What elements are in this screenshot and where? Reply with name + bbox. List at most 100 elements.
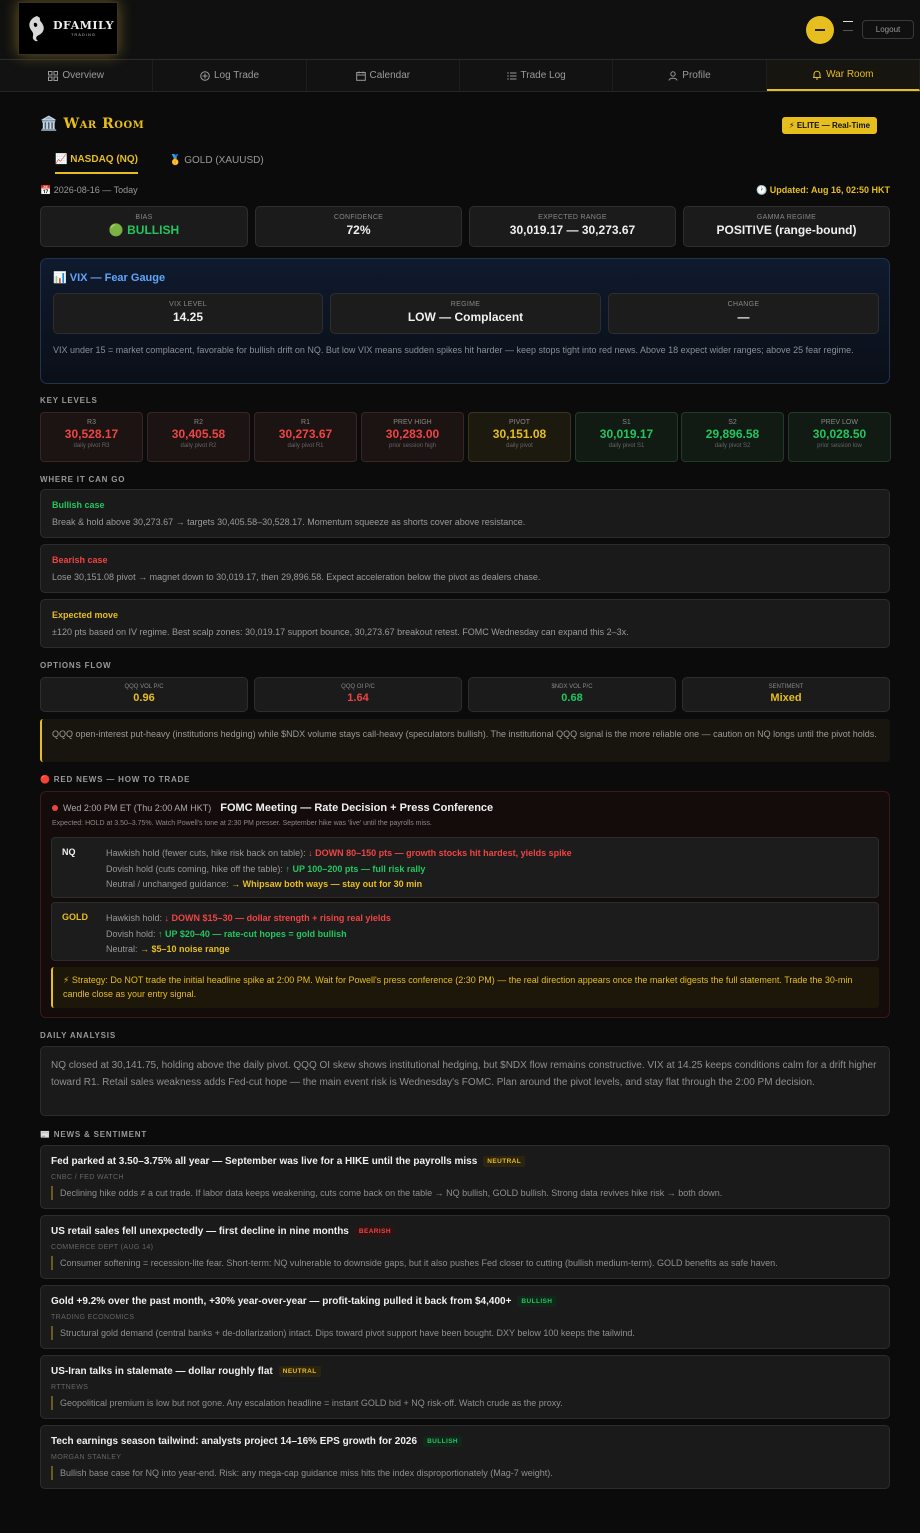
level-label: PREV HIGH [393,419,432,426]
level-card: R2 30,405.58 daily pivot R2 [147,412,250,462]
vix-title: 📊 VIX — Fear Gauge [53,272,166,284]
news-headline-row: Tech earnings season tailwind: analysts … [51,1436,463,1447]
flow-value: Mixed [770,692,802,704]
scenario-row: Neutral: → $5–10 noise range [106,944,230,954]
nav-calendar[interactable]: Calendar [307,60,460,91]
bell-icon [813,70,822,79]
ndx-vol-pc: $NDX VOL P/C 0.68 [468,677,676,712]
logout-button[interactable]: Logout [862,20,914,39]
dragon-logo-icon [29,15,44,41]
strategy-note: ⚡ Strategy: Do NOT trade the initial hea… [51,967,879,1008]
options-label: OPTIONS FLOW [40,661,112,670]
level-card: R3 30,528.17 daily pivot R3 [40,412,143,462]
asset-label: NQ [62,847,76,857]
news-item[interactable]: Tech earnings season tailwind: analysts … [40,1425,890,1489]
elite-badge: ⚡ ELITE — Real-Time [782,117,878,134]
level-sub: daily pivot [506,443,533,449]
level-value: 30,019.17 [599,427,654,441]
nav-war-room[interactable]: War Room [766,60,920,91]
red-dot-icon [52,805,58,811]
level-sub: prior session low [817,443,862,449]
nav-overview[interactable]: Overview [0,60,154,91]
level-label: S2 [728,419,737,426]
sentiment-badge: BULLISH [423,1436,463,1447]
nav-trade-log[interactable]: Trade Log [460,60,614,91]
brand-tag: TRADING [70,32,96,37]
news-headline: US retail sales fell unexpectedly — firs… [51,1226,349,1237]
asset-tabs: 📈 NASDAQ (NQ) 🥇 GOLD (XAUUSD) [40,146,890,174]
avatar[interactable] [806,16,834,44]
level-sub: daily pivot R3 [73,443,110,449]
level-value: 30,528.17 [64,427,119,441]
news-headline-row: Gold +9.2% over the past month, +30% yea… [51,1296,557,1307]
nav-profile[interactable]: Profile [613,60,767,91]
news-takeaway: Consumer softening = recession-lite fear… [51,1256,778,1270]
news-takeaway: Declining hike odds ≠ a cut trade. If la… [51,1186,722,1200]
news-item[interactable]: US-Iran talks in stalemate — dollar roug… [40,1355,890,1419]
level-card: PREV LOW 30,028.50 prior session low [788,412,891,462]
sentiment-badge: NEUTRAL [483,1156,526,1167]
stat-value: 14.25 [172,310,204,324]
options-note: QQQ open-interest put-heavy (institution… [40,719,890,762]
case-title: Expected move [52,610,119,620]
brand-name: DFAMILY [53,19,114,32]
level-sub: daily pivot R1 [287,443,324,449]
level-sub: prior session high [388,443,437,449]
level-value: 30,405.58 [171,427,226,441]
news-source: MORGAN STANLEY [51,1454,122,1461]
news-takeaway: Structural gold demand (central banks + … [51,1326,635,1340]
red-news-label: 🔴 RED NEWS — HOW TO TRADE [40,775,191,784]
tab-gold[interactable]: 🥇 GOLD (XAUUSD) [169,146,264,174]
daily-analysis: NQ closed at 30,141.75, holding above th… [40,1046,890,1116]
nav-label: War Room [826,69,874,80]
nav-label: Calendar [369,70,411,81]
news-source: RTTNEWS [51,1384,89,1391]
nav-label: Overview [62,70,104,81]
stat-value: 🟢 BULLISH [108,223,180,237]
news-headline: US-Iran talks in stalemate — dollar roug… [51,1366,273,1377]
stat-value: — [737,310,750,324]
bias-card: BIAS 🟢 BULLISH [40,206,248,247]
qqq-vol-pc: QQQ VOL P/C 0.96 [40,677,248,712]
news-item[interactable]: Fed parked at 3.50–3.75% all year — Sept… [40,1145,890,1209]
where-label: WHERE IT CAN GO [40,475,126,484]
case-body: Lose 30,151.08 pivot → magnet down to 30… [52,572,541,582]
expected-move-case: Expected move ±120 pts based on IV regim… [40,599,890,648]
scenario-row: Hawkish hold: ↓ DOWN $15–30 — dollar str… [106,913,391,923]
bearish-case: Bearish case Lose 30,151.08 pivot → magn… [40,544,890,593]
news-source: CNBC / FED WATCH [51,1174,124,1181]
nav-label: Trade Log [520,70,566,81]
level-value: 29,896.58 [705,427,760,441]
sentiment-badge: BEARISH [354,1226,395,1237]
scenario-row: Dovish hold: ↑ UP $20–40 — rate-cut hope… [106,928,347,939]
flow-value: 1.64 [347,692,369,704]
list-icon [506,71,517,80]
brand-logo[interactable]: DFAMILY TRADING [18,2,118,55]
updated-time: 🕐 Updated: Aug 16, 02:50 HKT [756,185,890,195]
session-date: 📅 2026-08-16 — Today [40,185,138,195]
nav-label: Profile [682,70,711,81]
gamma-regime-card: GAMMA REGIME POSITIVE (range-bound) [683,206,890,247]
news-headline: Fed parked at 3.50–3.75% all year — Sept… [51,1156,478,1167]
scenario-row: Neutral / unchanged guidance: → Whipsaw … [106,879,423,889]
level-card: S1 30,019.17 daily pivot S1 [575,412,678,462]
nav-log-trade[interactable]: Log Trade [153,60,307,91]
date-row: 📅 2026-08-16 — Today 🕐 Updated: Aug 16, … [40,185,890,196]
level-card: S2 29,896.58 daily pivot S2 [681,412,784,462]
level-sub: daily pivot R2 [180,443,217,449]
scenario-row: Hawkish hold (fewer cuts, hike risk back… [106,848,572,858]
level-label: R2 [194,419,203,426]
level-value: 30,028.50 [812,427,867,441]
calendar-icon [355,71,366,81]
red-news-panel: Wed 2:00 PM ET (Thu 2:00 AM HKT) FOMC Me… [40,791,890,1018]
news-item[interactable]: US retail sales fell unexpectedly — firs… [40,1215,890,1279]
menu-icon[interactable] [843,21,853,39]
level-card: PIVOT 30,151.08 daily pivot [468,412,571,462]
news-item[interactable]: Gold +9.2% over the past month, +30% yea… [40,1285,890,1349]
level-label: R3 [87,419,96,426]
expected-range-card: EXPECTED RANGE 30,019.17 — 30,273.67 [469,206,676,247]
stat-label: REGIME [450,301,481,308]
tab-nasdaq[interactable]: 📈 NASDAQ (NQ) [55,146,139,174]
stat-label: GAMMA REGIME [756,214,817,221]
news-takeaway: Geopolitical premium is low but not gone… [51,1396,563,1410]
